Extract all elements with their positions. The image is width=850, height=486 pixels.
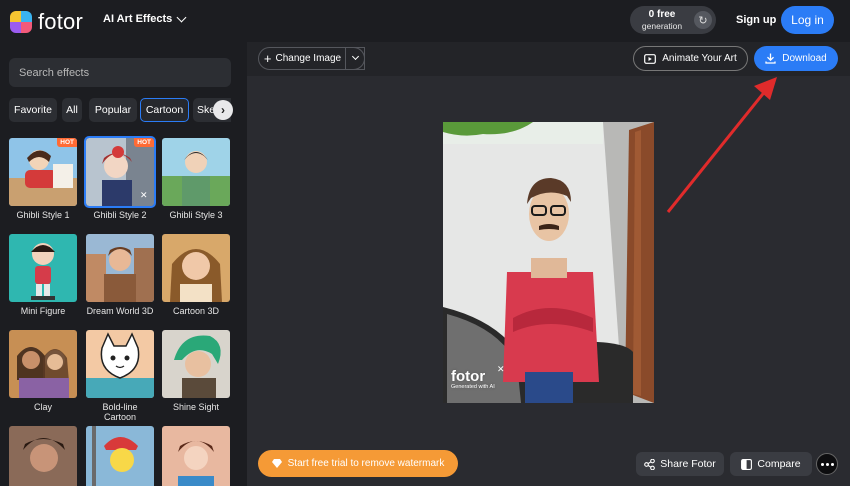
effect-thumbnail (86, 234, 154, 302)
shine-sight-image (162, 330, 230, 398)
effect-card-cartoon-3d[interactable]: Cartoon 3D (162, 234, 230, 316)
effect-card-ghibli-3[interactable]: Ghibli Style 3 (162, 138, 230, 220)
effect-label: Ghibli Style 2 (93, 210, 147, 220)
gem-icon (271, 459, 282, 468)
clay-image (9, 330, 77, 398)
effect-thumbnail: HOT (9, 138, 77, 206)
effect-label: Cartoon 3D (172, 306, 220, 316)
fotor-watermark: fotor Generated with AI (451, 368, 495, 390)
effect-card-clay[interactable]: Clay (9, 330, 77, 412)
generation-count: 0 free (648, 8, 676, 20)
log-in-button[interactable]: Log in (781, 6, 834, 34)
effect-card-shine-sight[interactable]: Shine Sight (162, 330, 230, 412)
fotor-logo[interactable]: fotor (10, 9, 83, 35)
cartoon-3d-image (162, 234, 230, 302)
refresh-icon: ↻ (694, 11, 712, 29)
svg-text:✕: ✕ (140, 191, 148, 201)
watermark-logo: fotor (451, 368, 486, 385)
ghibli-2-image: ✕ (86, 138, 154, 206)
hot-badge: HOT (57, 138, 77, 147)
download-icon (765, 53, 776, 64)
compare-label: Compare (757, 458, 801, 470)
search-effects-input[interactable] (9, 58, 231, 87)
sign-up-link[interactable]: Sign up (736, 14, 776, 26)
compare-icon (741, 458, 753, 470)
effect-label: Shine Sight (172, 402, 220, 412)
effect-card-ghibli-2[interactable]: HOT ✕ Ghibli Style 2 (84, 136, 156, 220)
ghibli-1-image (9, 138, 77, 206)
chevron-right-icon[interactable]: › (213, 100, 233, 120)
effect-thumbnail (162, 234, 230, 302)
chevron-down-icon (351, 52, 359, 61)
download-button[interactable]: Download (754, 46, 838, 71)
effect-card-row4-2[interactable] (86, 426, 154, 486)
animate-your-art-button[interactable]: Animate Your Art (633, 46, 748, 71)
ai-art-effects-label: AI Art Effects (103, 13, 173, 25)
hot-badge: HOT (134, 138, 154, 147)
compare-button[interactable]: Compare (730, 452, 812, 476)
effect-label: Bold-line Cartoon (102, 402, 138, 422)
effect-thumbnail (162, 330, 230, 398)
tab-popular[interactable]: Popular (89, 98, 137, 122)
free-generation-counter[interactable]: 0 free generation ↻ (630, 6, 716, 34)
effect-category-tabs: Favorite All Popular Cartoon Sketch (9, 98, 231, 122)
effect-card-dream-world-3d[interactable]: Dream World 3D (86, 234, 154, 316)
fotor-logo-icon (10, 11, 32, 33)
tab-all[interactable]: All (62, 98, 82, 122)
share-fotor-button[interactable]: Share Fotor (636, 452, 724, 476)
cartoon-man-image (443, 122, 654, 403)
ghibli-3-image (162, 138, 230, 206)
effect-card-bold-line-cartoon[interactable]: Bold-line Cartoon (86, 330, 154, 422)
effect-thumbnail (9, 426, 77, 486)
animate-icon (644, 53, 657, 64)
main-workspace: + Change Image Animate Your Art Download (247, 42, 850, 486)
logo-text: fotor (38, 9, 84, 34)
effect-thumbnail (86, 426, 154, 486)
generation-label: generation (641, 20, 683, 31)
effect-thumbnail (162, 426, 230, 486)
share-icon (644, 458, 656, 470)
free-trial-remove-watermark-button[interactable]: Start free trial to remove watermark (258, 450, 458, 477)
effect-label: Ghibli Style 3 (169, 210, 223, 220)
effect-thumbnail (9, 234, 77, 302)
effect-row4-1-image (9, 426, 77, 486)
effect-label: Clay (33, 402, 52, 412)
workspace-toolbar: + Change Image Animate Your Art Download (247, 42, 850, 76)
effect-card-mini-figure[interactable]: Mini Figure (9, 234, 77, 316)
animate-label: Animate Your Art (662, 53, 737, 64)
effect-label: Dream World 3D (86, 306, 154, 316)
effect-thumbnail-selected: HOT ✕ (84, 136, 156, 208)
plus-icon: + (263, 50, 272, 66)
effect-card-row4-3[interactable] (162, 426, 230, 486)
effect-row4-2-image (86, 426, 154, 486)
effect-label: Ghibli Style 1 (16, 210, 70, 220)
effect-card-row4-1[interactable] (9, 426, 77, 486)
mini-figure-image (9, 234, 77, 302)
effect-thumbnail (86, 330, 154, 398)
close-icon[interactable]: ✕ (497, 364, 505, 375)
effect-label: Mini Figure (20, 306, 66, 316)
top-bar: fotor AI Art Effects 0 free generation ↻… (0, 0, 850, 42)
share-label: Share Fotor (660, 458, 716, 470)
dream-world-3d-image (86, 234, 154, 302)
effect-thumbnail (162, 138, 230, 206)
chevron-down-icon (176, 12, 187, 22)
trial-label: Start free trial to remove watermark (287, 458, 445, 469)
effect-row4-3-image (162, 426, 230, 486)
ai-art-effects-menu[interactable]: AI Art Effects (103, 12, 187, 25)
effect-card-ghibli-1[interactable]: HOT Ghibli Style 1 (9, 138, 77, 220)
change-image-label: Change Image (275, 53, 342, 64)
effect-thumbnail (9, 330, 77, 398)
tab-favorite[interactable]: Favorite (9, 98, 57, 122)
generated-image-preview[interactable]: fotor Generated with AI ✕ (443, 122, 654, 403)
download-label: Download (782, 53, 827, 64)
more-dots-icon[interactable] (816, 453, 838, 475)
effects-sidebar: Favorite All Popular Cartoon Sketch › HO… (0, 42, 247, 486)
watermark-subtitle: Generated with AI (451, 384, 495, 390)
bold-line-cartoon-image (86, 330, 154, 398)
tab-cartoon[interactable]: Cartoon (140, 98, 189, 122)
